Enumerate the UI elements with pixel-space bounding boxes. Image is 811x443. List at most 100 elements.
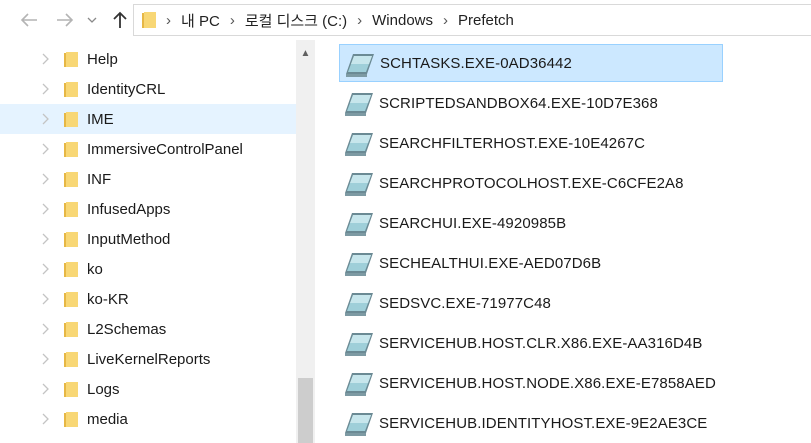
tree-item-livekernelreports[interactable]: LiveKernelReports: [0, 344, 296, 374]
prefetch-file-icon: [345, 293, 373, 316]
folder-icon: [64, 142, 78, 157]
arrow-up-icon: [113, 11, 127, 28]
tree-item-ime[interactable]: IME: [0, 104, 296, 134]
tree-item-label: LiveKernelReports: [87, 350, 211, 368]
prefetch-file-icon: [346, 54, 374, 77]
chevron-right-icon: [42, 323, 49, 335]
prefetch-file-icon: [345, 253, 373, 276]
tree-item-inf[interactable]: INF: [0, 164, 296, 194]
file-name: SCRIPTEDSANDBOX64.EXE-10D7E368: [379, 94, 658, 112]
file-item-searchui[interactable]: SEARCHUI.EXE-4920985B: [339, 204, 723, 242]
tree-item-inputmethod[interactable]: InputMethod: [0, 224, 296, 254]
prefetch-file-icon: [345, 93, 373, 116]
tree-item-infusedapps[interactable]: InfusedApps: [0, 194, 296, 224]
prefetch-file-icon: [345, 373, 373, 396]
tree-item-label: L2Schemas: [87, 320, 167, 338]
navigation-pane: Help IdentityCRL IME ImmersiveControlPan…: [0, 40, 296, 443]
tree-item-label: ko: [87, 260, 103, 278]
folder-icon: [64, 352, 78, 367]
folder-icon: [64, 172, 78, 187]
file-list: SCHTASKS.EXE-0AD36442 SCRIPTEDSANDBOX64.…: [315, 40, 811, 443]
tree-item-label: InputMethod: [87, 230, 171, 248]
tree-item-ko[interactable]: ko: [0, 254, 296, 284]
address-toolbar: › 내 PC › 로컬 디스크 (C:) › Windows › Prefetc…: [0, 0, 811, 40]
tree-item-label: INF: [87, 170, 112, 188]
tree-item-label: ko-KR: [87, 290, 129, 308]
chevron-right-icon: [42, 413, 49, 425]
file-name: SEARCHPROTOCOLHOST.EXE-C6CFE2A8: [379, 174, 684, 192]
file-item-servicehub-host-clr[interactable]: SERVICEHUB.HOST.CLR.X86.EXE-AA316D4B: [339, 324, 723, 362]
prefetch-file-icon: [345, 413, 373, 436]
file-name: SEARCHFILTERHOST.EXE-10E4267C: [379, 134, 646, 152]
tree-item-logs[interactable]: Logs: [0, 374, 296, 404]
breadcrumb-separator: ›: [166, 11, 171, 29]
tree-item-identitycrl[interactable]: IdentityCRL: [0, 74, 296, 104]
tree-item-immersivecontrolpanel[interactable]: ImmersiveControlPanel: [0, 134, 296, 164]
tree-item-label: Logs: [87, 380, 120, 398]
file-item-scriptedsandbox64[interactable]: SCRIPTEDSANDBOX64.EXE-10D7E368: [339, 84, 723, 122]
chevron-right-icon: [42, 113, 49, 125]
chevron-right-icon: [42, 263, 49, 275]
chevron-right-icon: [42, 233, 49, 245]
breadcrumb-separator: ›: [443, 11, 448, 29]
chevron-down-icon: [87, 17, 97, 23]
file-item-servicehub-identityhost[interactable]: SERVICEHUB.IDENTITYHOST.EXE-9E2AE3CE: [339, 404, 723, 442]
folder-icon: [64, 202, 78, 217]
chevron-right-icon: [42, 53, 49, 65]
file-name: SECHEALTHUI.EXE-AED07D6B: [379, 254, 602, 272]
chevron-right-icon: [42, 293, 49, 305]
tree-item-label: IME: [87, 110, 114, 128]
tree-item-label: ImmersiveControlPanel: [87, 140, 243, 158]
file-name: SEARCHUI.EXE-4920985B: [379, 214, 567, 232]
folder-icon: [64, 262, 78, 277]
file-item-schtasks[interactable]: SCHTASKS.EXE-0AD36442: [339, 44, 723, 82]
breadcrumb-item-prefetch[interactable]: Prefetch: [458, 12, 514, 29]
tree-item-media[interactable]: media: [0, 404, 296, 434]
chevron-right-icon: [42, 173, 49, 185]
arrow-left-icon: [20, 13, 37, 27]
file-name: SERVICEHUB.HOST.CLR.X86.EXE-AA316D4B: [379, 334, 703, 352]
prefetch-file-icon: [345, 173, 373, 196]
prefetch-file-icon: [345, 333, 373, 356]
folder-icon: [64, 232, 78, 247]
up-button[interactable]: [107, 7, 133, 33]
file-name: SERVICEHUB.IDENTITYHOST.EXE-9E2AE3CE: [379, 414, 708, 432]
scrollbar-thumb[interactable]: [298, 378, 313, 443]
file-item-sechealthui[interactable]: SECHEALTHUI.EXE-AED07D6B: [339, 244, 723, 282]
prefetch-file-icon: [345, 133, 373, 156]
folder-icon: [64, 382, 78, 397]
breadcrumb-separator: ›: [229, 11, 235, 29]
chevron-right-icon: [42, 83, 49, 95]
recent-locations-button[interactable]: [83, 7, 101, 33]
tree-item-label: IdentityCRL: [87, 80, 166, 98]
breadcrumb-separator: ›: [357, 11, 363, 29]
folder-icon: [142, 12, 156, 28]
tree-item-l2schemas[interactable]: L2Schemas: [0, 314, 296, 344]
scroll-up-button[interactable]: ▲: [296, 44, 315, 62]
folder-icon: [64, 112, 78, 127]
breadcrumb-item-local-disk[interactable]: 로컬 디스크 (C:): [245, 10, 347, 31]
tree-item-ko-kr[interactable]: ko-KR: [0, 284, 296, 314]
chevron-right-icon: [42, 353, 49, 365]
breadcrumb-item-windows[interactable]: Windows: [372, 12, 433, 29]
forward-button[interactable]: [52, 7, 78, 33]
file-item-sedsvc[interactable]: SEDSVC.EXE-71977C48: [339, 284, 723, 322]
address-box[interactable]: › 내 PC › 로컬 디스크 (C:) › Windows › Prefetc…: [133, 4, 811, 36]
chevron-right-icon: [42, 143, 49, 155]
folder-icon: [64, 412, 78, 427]
folder-icon: [64, 82, 78, 97]
chevron-right-icon: [42, 383, 49, 395]
file-item-searchprotocolhost[interactable]: SEARCHPROTOCOLHOST.EXE-C6CFE2A8: [339, 164, 723, 202]
folder-icon: [64, 292, 78, 307]
breadcrumb-item-this-pc[interactable]: 내 PC: [181, 10, 220, 31]
file-item-servicehub-host-node[interactable]: SERVICEHUB.HOST.NODE.X86.EXE-E7858AED: [339, 364, 723, 402]
tree-item-help[interactable]: Help: [0, 44, 296, 74]
chevron-right-icon: [42, 203, 49, 215]
folder-icon: [64, 322, 78, 337]
tree-item-label: Help: [87, 50, 118, 68]
tree-item-label: InfusedApps: [87, 200, 171, 218]
file-item-searchfilterhost[interactable]: SEARCHFILTERHOST.EXE-10E4267C: [339, 124, 723, 162]
back-button[interactable]: [16, 7, 42, 33]
file-name: SCHTASKS.EXE-0AD36442: [380, 54, 572, 72]
file-name: SEDSVC.EXE-71977C48: [379, 294, 551, 312]
